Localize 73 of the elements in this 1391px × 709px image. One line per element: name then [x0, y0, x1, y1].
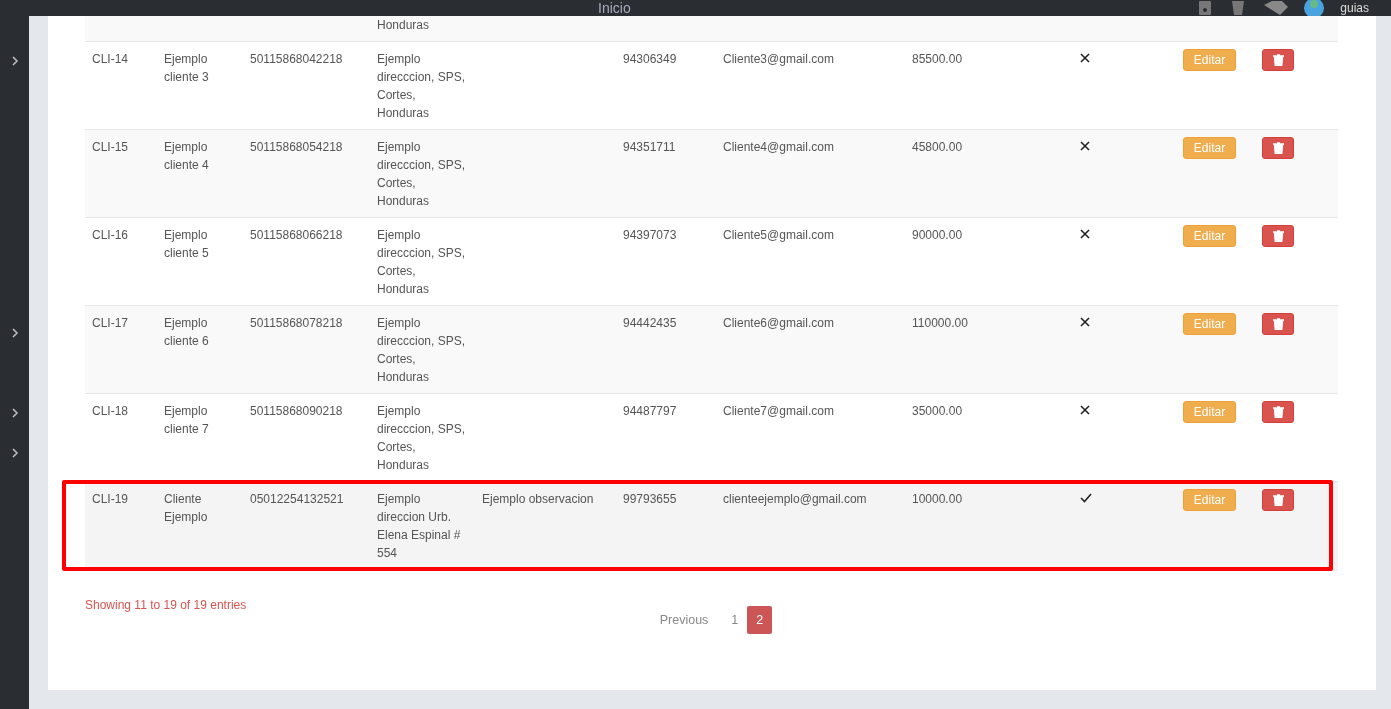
table-cell: Cliente5@gmail.com	[723, 228, 834, 242]
delete-button[interactable]	[1262, 49, 1294, 71]
table-cell: clienteejemplo@gmail.com	[723, 492, 867, 506]
edit-button[interactable]: Editar	[1183, 137, 1236, 159]
trash-icon	[1272, 142, 1284, 154]
table-cell: 10000.00	[912, 492, 963, 506]
chevron-icon[interactable]	[10, 408, 19, 418]
entries-info: Showing 11 to 19 of 19 entries	[85, 598, 247, 614]
trash-icon	[1272, 230, 1284, 242]
table-cell: Ejemplo direcccion, SPS, Cortes, Honduras	[377, 52, 466, 120]
edit-button[interactable]: Editar	[1183, 401, 1236, 423]
table-cell: 94306349	[623, 52, 677, 66]
table-cell: 35000.00	[912, 404, 963, 418]
page-title: Inicio	[598, 0, 631, 16]
table-cell: 50115868078218	[250, 316, 343, 330]
edit-button[interactable]: Editar	[1183, 313, 1236, 335]
table-cell: Cliente4@gmail.com	[723, 140, 834, 154]
table-cell: Ejemplo cliente 6	[164, 316, 209, 348]
table-cell: 45800.00	[912, 140, 963, 154]
table-cell: Cliente Ejemplo	[164, 492, 208, 524]
table-cell: 94351711	[623, 140, 676, 154]
page-link[interactable]: 1	[722, 606, 748, 634]
table-cell: CLI-14	[92, 52, 129, 66]
chevron-icon[interactable]	[10, 56, 19, 66]
trash-icon	[1272, 318, 1284, 330]
trash-icon	[1272, 494, 1284, 506]
previous-link[interactable]: Previous	[650, 606, 723, 634]
table-cell: 110000.00	[912, 316, 968, 330]
table-cell: Ejemplo cliente 3	[164, 52, 209, 84]
table-cell: Ejemplo direcccion, SPS, Cortes, Honduras	[377, 228, 466, 296]
avatar-icon[interactable]	[1304, 0, 1325, 16]
delete-button[interactable]	[1262, 137, 1294, 159]
table-cell: Cliente3@gmail.com	[723, 52, 834, 66]
table-cell: CLI-18	[92, 404, 129, 418]
chevron-icon[interactable]	[10, 448, 19, 458]
table-cell: Ejemplo direcccion, SPS, Cortes, Honduras	[377, 140, 466, 208]
table-cell: 50115868090218	[250, 404, 343, 418]
table-cell: Honduras	[377, 18, 430, 32]
table-cell: 85500.00	[912, 52, 963, 66]
delete-button[interactable]	[1262, 489, 1294, 511]
table-cell: 90000.00	[912, 228, 963, 242]
edit-button[interactable]: Editar	[1183, 225, 1236, 247]
table-cell: Ejemplo direcccion, SPS, Cortes, Honduras	[377, 404, 466, 472]
table-cell: CLI-19	[92, 492, 129, 506]
user-menu[interactable]: guias	[1340, 0, 1369, 16]
delete-button[interactable]	[1262, 401, 1294, 423]
table-cell: 05012254132521	[250, 492, 344, 506]
table-cell: Ejemplo direcccion, SPS, Cortes, Honduras	[377, 316, 466, 384]
table-cell: 50115868042218	[250, 52, 343, 66]
table-cell: Ejemplo cliente 4	[164, 140, 209, 172]
delete-button[interactable]	[1262, 313, 1294, 335]
table-cell: 94397073	[623, 228, 677, 242]
table-cell: 94487797	[623, 404, 677, 418]
chevron-icon[interactable]	[10, 328, 19, 338]
trash-icon	[1272, 406, 1284, 418]
table-cell: Cliente7@gmail.com	[723, 404, 834, 418]
table-cell: 50115868054218	[250, 140, 343, 154]
delete-button[interactable]	[1262, 225, 1294, 247]
table-cell: CLI-15	[92, 140, 129, 154]
table-cell: CLI-17	[92, 316, 129, 330]
table-cell: Ejemplo cliente 5	[164, 228, 209, 260]
table-cell: 94442435	[623, 316, 677, 330]
table-cell: Ejemplo direccion Urb. Elena Espinal # 554	[377, 492, 461, 560]
table-cell: Ejemplo observacion	[482, 492, 594, 506]
table-cell: 99793655	[623, 492, 677, 506]
table-cell: Ejemplo cliente 7	[164, 404, 209, 436]
edit-button[interactable]: Editar	[1183, 49, 1236, 71]
page-link[interactable]: 2	[747, 606, 773, 634]
table-cell: Cliente6@gmail.com	[723, 316, 834, 330]
table-cell: CLI-16	[92, 228, 129, 242]
table-cell: 50115868066218	[250, 228, 343, 242]
trash-icon	[1272, 54, 1284, 66]
edit-button[interactable]: Editar	[1183, 489, 1236, 511]
